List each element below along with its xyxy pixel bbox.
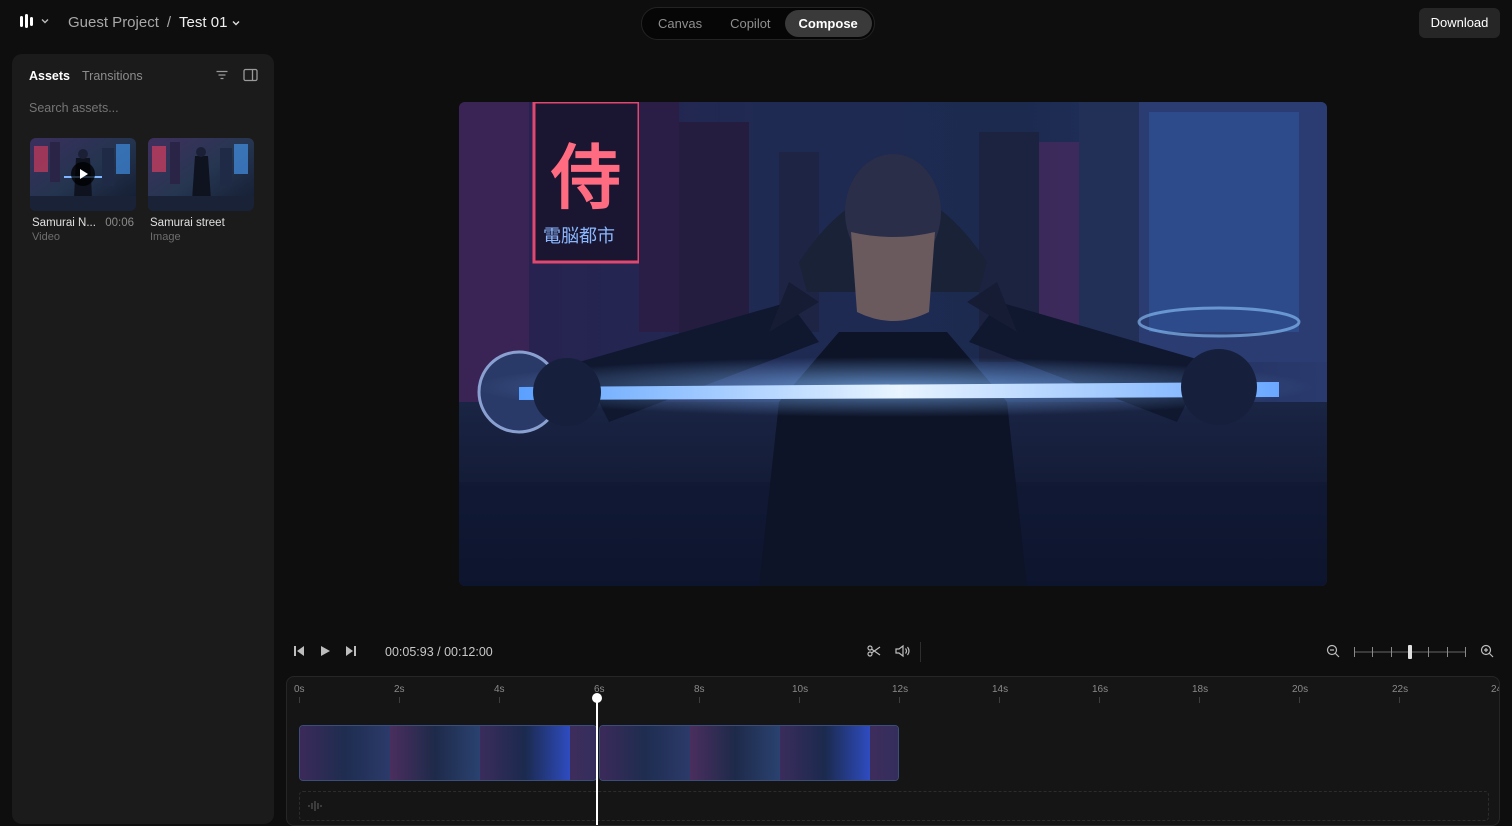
asset-type: Image: [150, 231, 181, 243]
breadcrumb-separator: /: [166, 14, 172, 31]
sidebar-tabs: Assets Transitions: [29, 69, 143, 83]
clip-frame: [600, 726, 690, 780]
video-clip[interactable]: [599, 725, 899, 781]
tab-copilot[interactable]: Copilot: [716, 10, 784, 37]
volume-icon[interactable]: [895, 644, 911, 658]
timecode: 00:05:93 / 00:12:00: [385, 645, 493, 659]
player-controls: 00:05:93 / 00:12:00: [286, 636, 1500, 668]
chevron-down-icon: [41, 19, 49, 24]
assets-panel: Assets Transitions Search assets... Samu…: [12, 54, 274, 824]
tab-transitions[interactable]: Transitions: [82, 69, 143, 83]
ruler-tick: [299, 697, 300, 703]
ruler-label: 8s: [694, 684, 705, 695]
zoom-tick: [1372, 647, 1373, 657]
audio-waveform-icon: [308, 801, 322, 811]
panel-toggle-icon[interactable]: [243, 68, 258, 82]
ruler-label: 20s: [1292, 684, 1309, 695]
ruler-label: 14s: [992, 684, 1009, 695]
ruler-tick: [399, 697, 400, 703]
asset-thumbnail: [148, 138, 254, 211]
scissors-icon[interactable]: [867, 644, 881, 658]
divider: [920, 642, 921, 662]
zoom-tick: [1391, 647, 1392, 657]
ruler-label: 22s: [1392, 684, 1409, 695]
zoom-slider-handle[interactable]: [1408, 645, 1412, 659]
zoom-tick: [1447, 647, 1448, 657]
svg-text:侍: 侍: [550, 137, 621, 219]
zoom-out-icon[interactable]: [1326, 644, 1340, 658]
ruler-tick: [1399, 697, 1400, 703]
asset-name: Samurai N...: [32, 217, 96, 229]
ruler-tick: [1299, 697, 1300, 703]
timeline[interactable]: 0s 2s 4s 6s 8s 10s 12s 14s 16s 18s 20s 2…: [286, 676, 1500, 826]
zoom-in-icon[interactable]: [1480, 644, 1494, 658]
chevron-down-icon: [232, 20, 240, 25]
search-assets-input[interactable]: [29, 101, 249, 115]
filter-icon[interactable]: [215, 68, 229, 82]
clip-frame: [480, 726, 570, 780]
asset-title-row: Samurai N... 00:06: [30, 217, 136, 229]
clip-frame: [570, 726, 596, 780]
ruler-tick: [899, 697, 900, 703]
asset-card[interactable]: Samurai N... 00:06 Video: [30, 138, 136, 243]
mode-switcher: Canvas Copilot Compose: [641, 7, 875, 40]
tab-assets[interactable]: Assets: [29, 69, 70, 83]
ruler-label: 18s: [1192, 684, 1209, 695]
play-icon[interactable]: [319, 644, 331, 658]
ruler-tick: [1199, 697, 1200, 703]
app-logo-menu[interactable]: [18, 12, 50, 30]
breadcrumb-project[interactable]: Guest Project: [68, 14, 159, 31]
clip-frame: [690, 726, 780, 780]
skip-forward-icon[interactable]: [345, 644, 357, 658]
svg-text:電脳都市: 電脳都市: [543, 226, 615, 247]
breadcrumb-file[interactable]: Test 01: [179, 14, 241, 31]
ruler-tick: [999, 697, 1000, 703]
zoom-slider[interactable]: [1354, 645, 1466, 659]
asset-duration: 00:06: [105, 217, 134, 229]
zoom-tick: [1354, 647, 1355, 657]
clip-frame: [870, 726, 898, 780]
play-icon: [71, 162, 95, 186]
asset-title-row: Samurai street: [148, 217, 254, 229]
preview-frame: 侍 電脳都市: [459, 102, 1327, 586]
asset-name: Samurai street: [150, 217, 225, 229]
tab-canvas[interactable]: Canvas: [644, 10, 716, 37]
ruler-label: 2s: [394, 684, 405, 695]
asset-card[interactable]: Samurai street Image: [148, 138, 254, 243]
video-clip[interactable]: [299, 725, 597, 781]
tab-compose[interactable]: Compose: [784, 10, 872, 37]
playhead[interactable]: [596, 695, 598, 825]
breadcrumb: Guest Project / Test 01: [68, 14, 241, 31]
download-button[interactable]: Download: [1419, 8, 1500, 38]
asset-thumbnail: [30, 138, 136, 211]
zoom-tick: [1428, 647, 1429, 657]
ruler-tick: [499, 697, 500, 703]
clip-frame: [780, 726, 870, 780]
video-preview[interactable]: 侍 電脳都市: [459, 102, 1327, 586]
ruler-tick: [799, 697, 800, 703]
skip-back-icon[interactable]: [293, 644, 305, 658]
asset-type: Video: [32, 231, 60, 243]
sidebar-actions: [215, 68, 258, 82]
ruler-label: 10s: [792, 684, 809, 695]
ruler-label: 24: [1491, 684, 1499, 695]
ruler-label: 16s: [1092, 684, 1109, 695]
top-bar: Guest Project / Test 01 Canvas Copilot C…: [0, 0, 1512, 46]
ruler-tick: [699, 697, 700, 703]
ruler-label: 4s: [494, 684, 505, 695]
zoom-tick: [1465, 647, 1466, 657]
ruler-label: 0s: [294, 684, 305, 695]
logo-icon: [20, 14, 33, 28]
breadcrumb-file-label: Test 01: [179, 14, 228, 31]
playhead-handle[interactable]: [592, 693, 602, 703]
audio-track[interactable]: [299, 791, 1489, 821]
ruler-label: 12s: [892, 684, 909, 695]
clip-frame: [300, 726, 390, 780]
clip-frame: [390, 726, 480, 780]
ruler-tick: [1099, 697, 1100, 703]
